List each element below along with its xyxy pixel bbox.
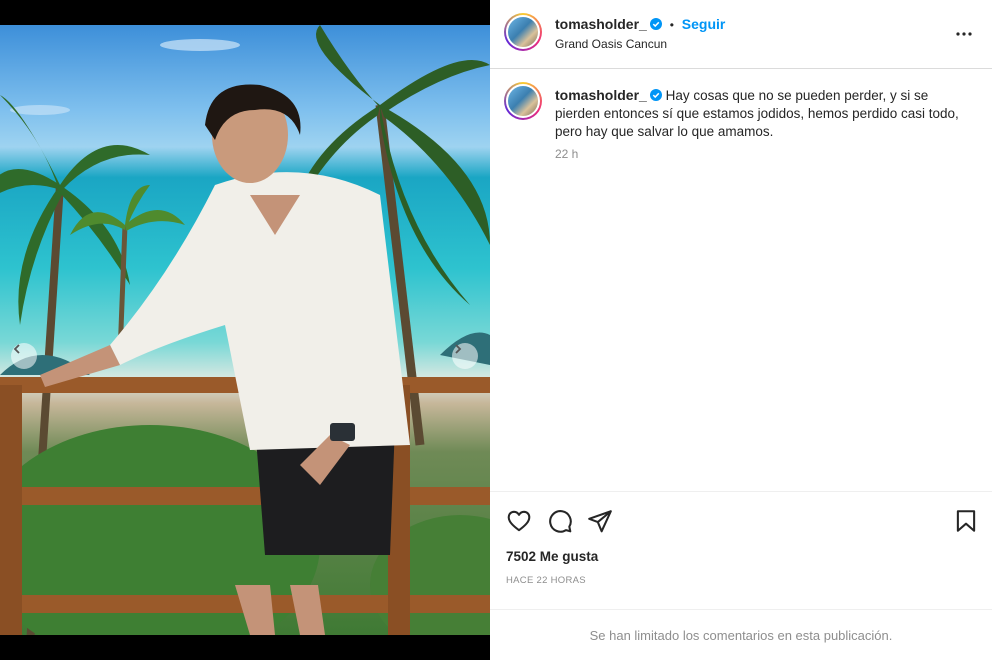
chevron-right-icon bbox=[455, 344, 462, 354]
post-details-panel: tomasholder_ • Seguir Grand Oasis Cancun… bbox=[490, 0, 992, 660]
carousel-next-button[interactable] bbox=[452, 343, 478, 369]
separator-dot: • bbox=[669, 18, 674, 32]
more-options-icon[interactable] bbox=[952, 22, 976, 46]
share-icon[interactable] bbox=[587, 508, 613, 534]
avatar[interactable] bbox=[504, 13, 542, 51]
post-timestamp: HACE 22 HORAS bbox=[506, 575, 586, 586]
post-header: tomasholder_ • Seguir Grand Oasis Cancun bbox=[490, 0, 992, 69]
avatar[interactable] bbox=[504, 82, 542, 120]
carousel-prev-button[interactable] bbox=[11, 343, 37, 369]
chevron-left-icon bbox=[13, 344, 20, 354]
verified-badge-icon bbox=[649, 18, 662, 30]
comments-limited-notice: Se han limitado los comentarios en esta … bbox=[490, 609, 992, 660]
location-link[interactable]: Grand Oasis Cancun bbox=[555, 37, 667, 51]
post-actions: 7502 Me gusta HACE 22 HORAS Se han limit… bbox=[490, 491, 992, 660]
caption-text: tomasholder_ Hay cosas que no se pueden … bbox=[555, 86, 965, 141]
comment-icon[interactable] bbox=[547, 508, 573, 534]
post-photo[interactable] bbox=[0, 25, 490, 635]
like-count[interactable]: 7502 Me gusta bbox=[506, 549, 598, 564]
post-media bbox=[0, 0, 490, 660]
bookmark-icon[interactable] bbox=[953, 508, 979, 534]
caption-username[interactable]: tomasholder_ bbox=[555, 87, 647, 103]
verified-badge-icon bbox=[649, 89, 662, 101]
heart-icon[interactable] bbox=[506, 508, 532, 534]
follow-button[interactable]: Seguir bbox=[682, 16, 726, 32]
username-link[interactable]: tomasholder_ bbox=[555, 16, 647, 32]
caption-timestamp[interactable]: 22 h bbox=[555, 147, 578, 161]
photo-scene bbox=[0, 25, 490, 635]
